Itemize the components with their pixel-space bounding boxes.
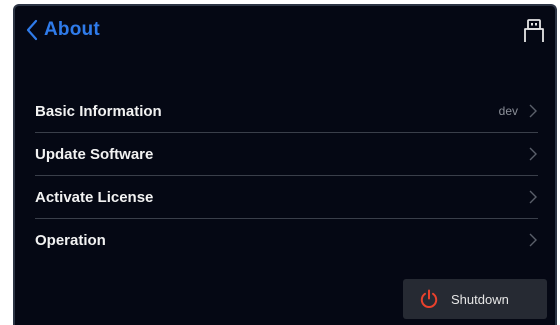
- menu-item-activate-license[interactable]: Activate License: [35, 176, 538, 219]
- page-title: About: [44, 19, 100, 40]
- menu-item-update-software[interactable]: Update Software: [35, 133, 538, 176]
- chevron-right-icon: [529, 233, 537, 247]
- header-bar: About: [15, 6, 555, 54]
- menu-item-value: dev: [498, 104, 518, 118]
- about-menu: Basic Information dev Update Software Ac…: [35, 90, 538, 261]
- chevron-left-icon: [26, 19, 38, 41]
- device-screen: About Basic Information dev Update Softw…: [13, 4, 557, 325]
- menu-item-label: Update Software: [35, 145, 154, 163]
- power-icon: [420, 289, 438, 308]
- chevron-right-icon: [529, 147, 537, 161]
- chevron-right-icon: [529, 104, 537, 118]
- menu-item-operation[interactable]: Operation: [35, 219, 538, 261]
- menu-item-label: Operation: [35, 231, 106, 249]
- shutdown-label: Shutdown: [451, 291, 509, 307]
- chevron-right-icon: [529, 190, 537, 204]
- menu-item-label: Basic Information: [35, 102, 162, 120]
- back-button[interactable]: About: [25, 16, 100, 44]
- shutdown-button[interactable]: Shutdown: [403, 279, 547, 319]
- usb-drive-icon: [524, 19, 544, 42]
- menu-item-basic-information[interactable]: Basic Information dev: [35, 90, 538, 133]
- menu-item-label: Activate License: [35, 188, 154, 206]
- usb-drive-button[interactable]: [523, 18, 545, 44]
